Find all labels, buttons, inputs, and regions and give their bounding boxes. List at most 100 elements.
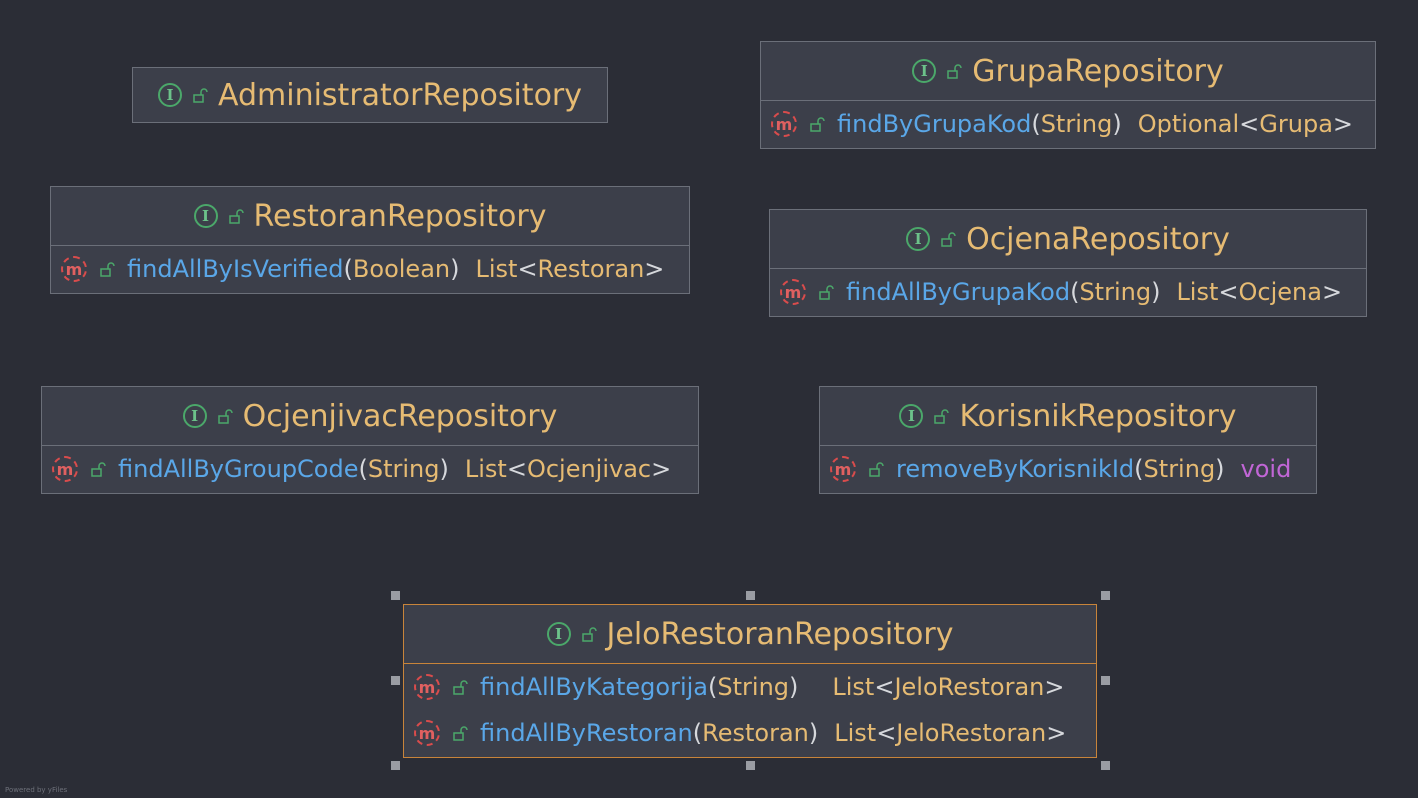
method-name: findAllByRestoran (480, 719, 693, 747)
method-name: findAllByGroupCode (118, 455, 359, 483)
param-type: String (1079, 278, 1152, 306)
param-type: String (1040, 110, 1113, 138)
method-icon: m (771, 111, 797, 137)
param-type: Restoran (702, 719, 809, 747)
class-node-ocjenjivac-repository[interactable]: I OcjenjivacRepository m findAllByGroupC… (41, 386, 699, 494)
interface-icon: I (906, 227, 931, 251)
resize-handle-ne[interactable] (1101, 591, 1110, 600)
paren-open: ( (1134, 455, 1144, 483)
public-lock-icon (217, 409, 233, 424)
class-header: I KorisnikRepository (820, 387, 1316, 446)
paren-open: ( (1070, 278, 1080, 306)
paren-close: ) (450, 255, 460, 283)
method-row[interactable]: m findAllByGroupCode ( String ) List<Ocj… (42, 446, 698, 492)
class-name: GrupaRepository (972, 53, 1224, 89)
interface-icon: I (157, 83, 182, 107)
interface-icon: I (912, 59, 937, 83)
powered-by-label: Powered by yFiles (5, 786, 68, 794)
resize-handle-nw[interactable] (391, 591, 400, 600)
param-type: Boolean (352, 255, 451, 283)
interface-icon: I (193, 204, 218, 228)
paren-close: ) (439, 455, 449, 483)
return-type: List<JeloRestoran> (834, 719, 1067, 747)
method-row[interactable]: m findAllByRestoran ( Restoran ) List<Je… (404, 710, 1096, 756)
public-lock-icon (100, 262, 115, 277)
resize-handle-sw[interactable] (391, 761, 400, 770)
paren-open: ( (708, 673, 718, 701)
public-lock-icon (869, 462, 884, 477)
method-name: findAllByIsVerified (127, 255, 344, 283)
interface-icon: I (182, 404, 207, 428)
method-icon: m (52, 456, 78, 482)
public-lock-icon (810, 117, 825, 132)
paren-close: ) (808, 719, 819, 747)
method-row[interactable]: m findByGrupaKod ( String ) Optional<Gru… (761, 101, 1375, 147)
class-name: OcjenjivacRepository (242, 398, 558, 434)
public-lock-icon (453, 726, 468, 741)
paren-open: ( (1031, 110, 1041, 138)
class-name: OcjenaRepository (966, 221, 1230, 257)
class-node-grupa-repository[interactable]: I GrupaRepository m findByGrupaKod ( Str… (760, 41, 1376, 149)
class-header: I AdministratorRepository (133, 68, 607, 122)
method-icon: m (61, 256, 87, 282)
class-header: I JeloRestoranRepository (404, 605, 1096, 664)
public-lock-icon (941, 232, 956, 247)
paren-close: ) (789, 673, 799, 701)
class-header: I OcjenjivacRepository (42, 387, 698, 446)
class-node-korisnik-repository[interactable]: I KorisnikRepository m removeByKorisnikI… (819, 386, 1317, 494)
class-name: JeloRestoranRepository (606, 616, 954, 652)
method-name: findByGrupaKod (837, 110, 1032, 138)
interface-icon: I (899, 404, 924, 428)
method-row[interactable]: m findAllByKategorija ( String ) List<Je… (404, 664, 1096, 710)
method-name: removeByKorisnikId (896, 455, 1135, 483)
param-type: String (1143, 455, 1216, 483)
class-header: I GrupaRepository (761, 42, 1375, 101)
class-name: AdministratorRepository (217, 77, 583, 113)
public-lock-icon (819, 285, 834, 300)
paren-close: ) (1215, 455, 1225, 483)
class-name: RestoranRepository (253, 198, 547, 234)
paren-close: ) (1151, 278, 1161, 306)
public-lock-icon (453, 680, 468, 695)
class-node-jelo-restoran-repository[interactable]: I JeloRestoranRepository m findAllByKate… (403, 604, 1097, 758)
method-icon: m (414, 720, 440, 746)
public-lock-icon (91, 462, 106, 477)
interface-icon: I (546, 622, 571, 646)
public-lock-icon (193, 88, 208, 103)
return-type: List<Restoran> (475, 255, 665, 283)
class-name: KorisnikRepository (959, 398, 1237, 434)
return-type: List<Ocjena> (1176, 278, 1343, 306)
method-row[interactable]: m findAllByGrupaKod ( String ) List<Ocje… (770, 269, 1366, 315)
method-name: findAllByKategorija (480, 673, 709, 701)
public-lock-icon (934, 409, 950, 424)
return-type: Optional<Grupa> (1137, 110, 1354, 138)
return-type: List<JeloRestoran> (832, 673, 1065, 701)
public-lock-icon (947, 64, 962, 79)
param-type: String (367, 455, 440, 483)
class-node-restoran-repository[interactable]: I RestoranRepository m findAllByIsVerifi… (50, 186, 690, 294)
param-type: String (717, 673, 790, 701)
class-header: I RestoranRepository (51, 187, 689, 246)
public-lock-icon (581, 627, 597, 642)
public-lock-icon (228, 209, 244, 224)
class-header: I OcjenaRepository (770, 210, 1366, 269)
paren-open: ( (692, 719, 703, 747)
return-type: List<Ocjenjivac> (464, 455, 672, 483)
class-node-administrator-repository[interactable]: I AdministratorRepository (132, 67, 608, 123)
method-row[interactable]: m removeByKorisnikId ( String ) void (820, 446, 1316, 492)
paren-open: ( (343, 255, 353, 283)
method-icon: m (780, 279, 806, 305)
return-type: void (1240, 455, 1292, 483)
method-icon: m (830, 456, 856, 482)
resize-handle-se[interactable] (1101, 761, 1110, 770)
method-name: findAllByGrupaKod (846, 278, 1071, 306)
resize-handle-e[interactable] (1101, 676, 1110, 685)
paren-close: ) (1112, 110, 1122, 138)
resize-handle-s[interactable] (746, 761, 755, 770)
paren-open: ( (358, 455, 368, 483)
class-node-ocjena-repository[interactable]: I OcjenaRepository m findAllByGrupaKod (… (769, 209, 1367, 317)
resize-handle-n[interactable] (746, 591, 755, 600)
resize-handle-w[interactable] (391, 676, 400, 685)
method-row[interactable]: m findAllByIsVerified ( Boolean ) List<R… (51, 246, 689, 292)
method-icon: m (414, 674, 440, 700)
